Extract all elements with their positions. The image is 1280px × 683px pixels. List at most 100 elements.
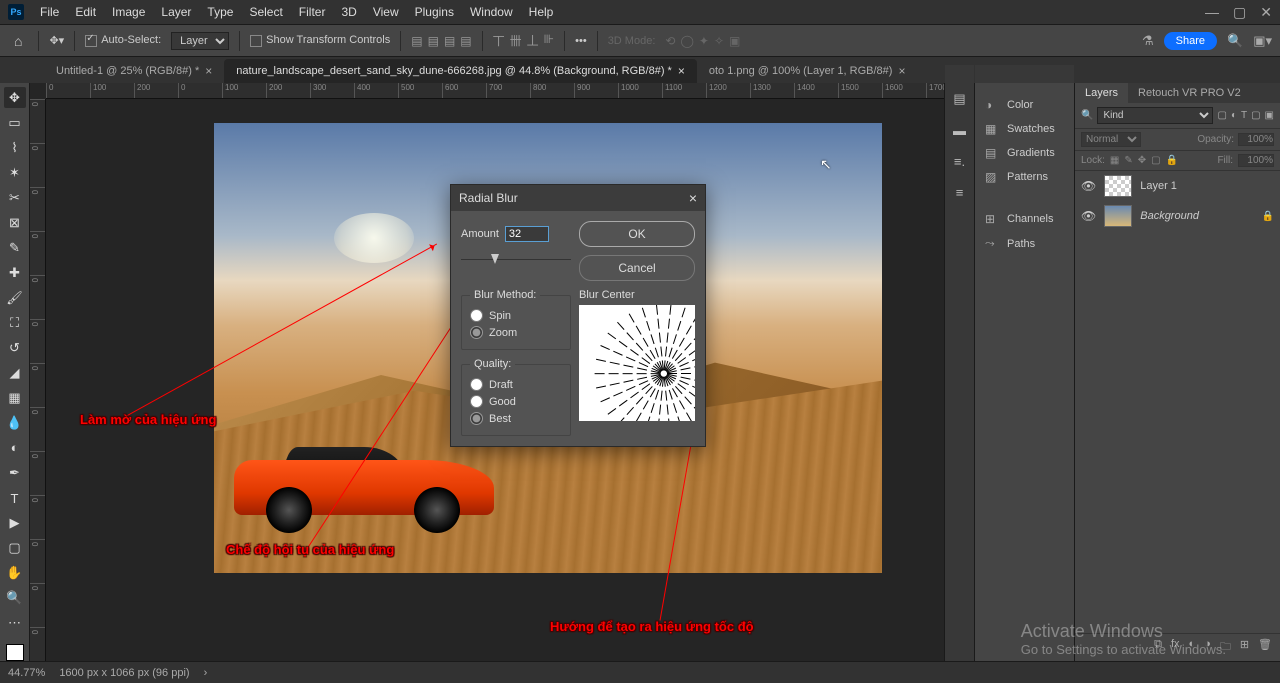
shape-tool[interactable]: ▢	[4, 538, 26, 559]
auto-select-target[interactable]: Layer	[171, 32, 229, 50]
layer-name[interactable]: Background	[1140, 210, 1199, 222]
window-close-icon[interactable]: ✕	[1260, 4, 1272, 21]
fill-input[interactable]	[1238, 154, 1274, 167]
crop-tool[interactable]: ✂	[4, 187, 26, 208]
delete-icon[interactable]: 🗑	[1258, 638, 1272, 657]
menu-view[interactable]: View	[365, 5, 407, 19]
distribute-icon[interactable]: 卌	[510, 32, 522, 49]
opacity-input[interactable]	[1238, 133, 1274, 146]
distribute-icon[interactable]: 丅	[493, 32, 505, 49]
ok-button[interactable]: OK	[579, 221, 695, 247]
menu-window[interactable]: Window	[462, 5, 521, 19]
panel-paths[interactable]: ⤳Paths	[975, 231, 1074, 256]
type-tool[interactable]: T	[4, 488, 26, 509]
quick-select-tool[interactable]: ✶	[4, 162, 26, 183]
window-minimize-icon[interactable]: —	[1205, 4, 1219, 21]
healing-tool[interactable]: ✚	[4, 262, 26, 283]
menu-image[interactable]: Image	[104, 5, 153, 19]
tab-retouch[interactable]: Retouch VR PRO V2	[1128, 83, 1251, 103]
chevron-right-icon[interactable]: ›	[204, 667, 208, 679]
align-icon[interactable]: ▤	[460, 34, 471, 48]
share-button[interactable]: Share	[1164, 32, 1217, 50]
brush-tool[interactable]: 🖌	[4, 287, 26, 308]
brushes-icon[interactable]: ≡.	[954, 154, 965, 169]
blend-mode-select[interactable]: Normal	[1081, 132, 1141, 147]
adjustments-icon[interactable]: ≡	[956, 185, 964, 200]
menu-plugins[interactable]: Plugins	[407, 5, 462, 19]
window-maximize-icon[interactable]: ▢	[1233, 4, 1246, 21]
pen-tool[interactable]: ✒	[4, 462, 26, 483]
panel-patterns[interactable]: ▨Patterns	[975, 165, 1074, 189]
menu-3d[interactable]: 3D	[333, 5, 364, 19]
stamp-tool[interactable]: ⛶	[4, 312, 26, 333]
close-icon[interactable]: ×	[205, 64, 212, 78]
lock-pos-icon[interactable]: ✥	[1138, 155, 1146, 166]
menu-layer[interactable]: Layer	[153, 5, 199, 19]
layer-row[interactable]: 👁 Layer 1	[1075, 171, 1280, 201]
radio-draft[interactable]: Draft	[470, 376, 562, 393]
comments-icon[interactable]: ▬	[953, 123, 966, 138]
menu-type[interactable]: Type	[199, 5, 241, 19]
align-left-icon[interactable]: ▤	[411, 34, 422, 48]
document-tab[interactable]: oto 1.png @ 100% (Layer 1, RGB/8#)×	[697, 59, 918, 83]
marquee-tool[interactable]: ▭	[4, 112, 26, 133]
document-tab[interactable]: nature_landscape_desert_sand_sky_dune-66…	[224, 59, 697, 83]
amount-slider[interactable]	[461, 254, 571, 266]
eyedropper-tool[interactable]: ✎	[4, 237, 26, 258]
lock-artboard-icon[interactable]: ▢	[1151, 155, 1160, 166]
layer-thumbnail[interactable]	[1104, 175, 1132, 197]
blur-center-preview[interactable]	[579, 305, 695, 421]
new-layer-icon[interactable]: ⊞	[1240, 638, 1249, 657]
cancel-button[interactable]: Cancel	[579, 255, 695, 281]
layer-name[interactable]: Layer 1	[1140, 180, 1177, 192]
doc-size[interactable]: 1600 px x 1066 px (96 ppi)	[59, 667, 189, 679]
layer-filter-kind[interactable]: Kind	[1097, 107, 1213, 124]
path-select-tool[interactable]: ▶	[4, 513, 26, 534]
radio-good[interactable]: Good	[470, 393, 562, 410]
eraser-tool[interactable]: ◢	[4, 362, 26, 383]
move-tool-icon[interactable]: ✥▾	[49, 34, 64, 47]
filter-shape-icon[interactable]: ▢	[1251, 110, 1260, 121]
panel-color[interactable]: ◑Color	[975, 93, 1074, 117]
menu-edit[interactable]: Edit	[67, 5, 104, 19]
home-icon[interactable]: ⌂	[8, 33, 28, 49]
filter-adjust-icon[interactable]: ◐	[1231, 110, 1237, 121]
dodge-tool[interactable]: ◐	[4, 437, 26, 458]
visibility-icon[interactable]: 👁	[1081, 209, 1096, 223]
distribute-icon-more[interactable]: ⊪	[544, 32, 554, 49]
hand-tool[interactable]: ✋	[4, 563, 26, 584]
lock-paint-icon[interactable]: ✎	[1124, 155, 1132, 166]
frame-tool[interactable]: ⊠	[4, 212, 26, 233]
auto-select-checkbox[interactable]: Auto-Select:	[85, 34, 161, 46]
blur-tool[interactable]: 💧	[4, 412, 26, 433]
layer-thumbnail[interactable]	[1104, 205, 1132, 227]
distribute-icon[interactable]: 丄	[527, 32, 539, 49]
align-right-icon[interactable]: ▤	[444, 34, 455, 48]
radio-spin[interactable]: Spin	[470, 307, 562, 324]
document-tab[interactable]: Untitled-1 @ 25% (RGB/8#) *×	[44, 59, 224, 83]
move-tool[interactable]: ✥	[4, 87, 26, 108]
lock-trans-icon[interactable]: ▦	[1110, 155, 1119, 166]
menu-select[interactable]: Select	[241, 5, 290, 19]
filter-pixel-icon[interactable]: ▢	[1217, 110, 1226, 121]
color-swatch[interactable]	[6, 644, 24, 661]
search-icon[interactable]: 🔍	[1081, 110, 1093, 121]
layer-row[interactable]: 👁 Background 🔒	[1075, 201, 1280, 231]
fx-icon[interactable]: fx	[1171, 638, 1180, 657]
edit-toolbar[interactable]: ⋯	[4, 613, 26, 634]
close-icon[interactable]: ×	[689, 190, 697, 206]
panel-channels[interactable]: ⊞Channels	[975, 207, 1074, 231]
lock-all-icon[interactable]: 🔒	[1166, 155, 1178, 166]
panel-gradients[interactable]: ▤Gradients	[975, 141, 1074, 165]
adjust-icon[interactable]: ◑	[1204, 638, 1211, 657]
workspace-icon[interactable]: ▣▾	[1253, 33, 1272, 49]
filter-type-icon[interactable]: T	[1241, 110, 1247, 121]
beaker-icon[interactable]: ⚗	[1142, 33, 1154, 49]
search-icon[interactable]: 🔍	[1227, 33, 1243, 49]
zoom-tool[interactable]: 🔍	[4, 588, 26, 609]
menu-file[interactable]: File	[32, 5, 67, 19]
radio-zoom[interactable]: Zoom	[470, 324, 562, 341]
tab-layers[interactable]: Layers	[1075, 83, 1128, 103]
link-icon[interactable]: ⧉	[1154, 638, 1162, 657]
mask-icon[interactable]: ◐	[1189, 638, 1196, 657]
